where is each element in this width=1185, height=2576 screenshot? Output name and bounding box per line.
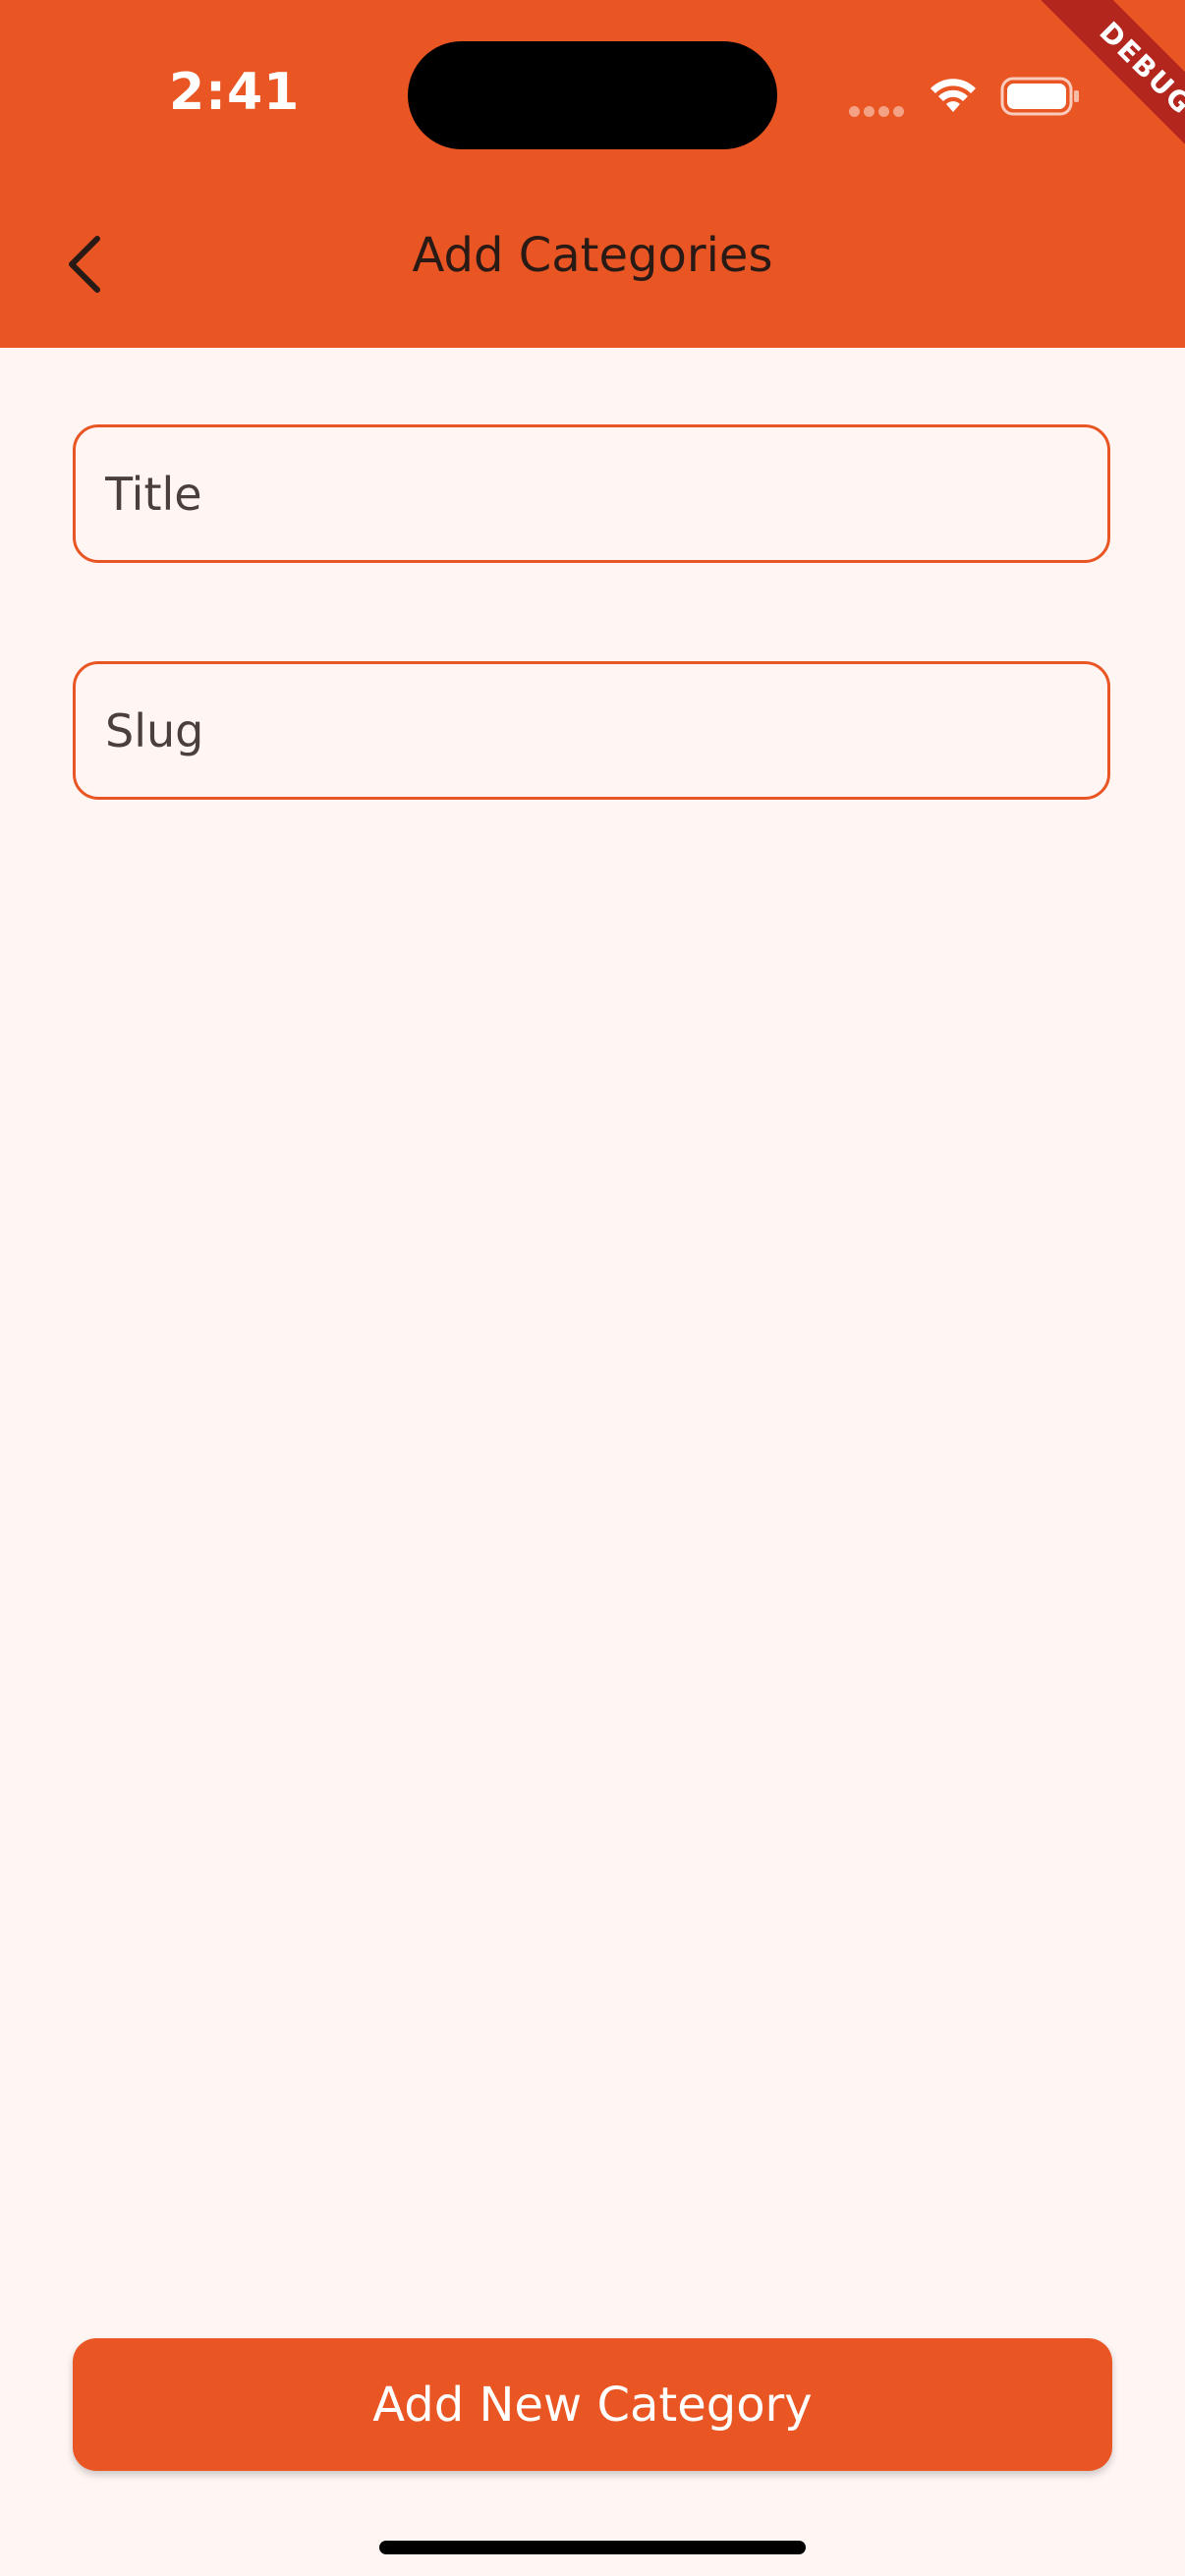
title-field-container [73,424,1110,563]
debug-banner: DEBUG [988,0,1185,196]
debug-label: DEBUG [1030,0,1185,185]
title-input[interactable] [76,427,1107,560]
slug-input[interactable] [76,664,1107,797]
page-title: Add Categories [412,228,773,283]
wifi-icon [931,79,976,112]
slug-field-container [73,661,1110,800]
signal-icon [849,102,908,117]
add-new-category-button[interactable]: Add New Category [73,2338,1112,2471]
home-indicator [379,2541,806,2554]
status-bar-time: 2:41 [169,63,301,122]
dynamic-island [408,41,777,149]
app-bar: 2:41 DEBUG Add Categories [0,0,1185,348]
